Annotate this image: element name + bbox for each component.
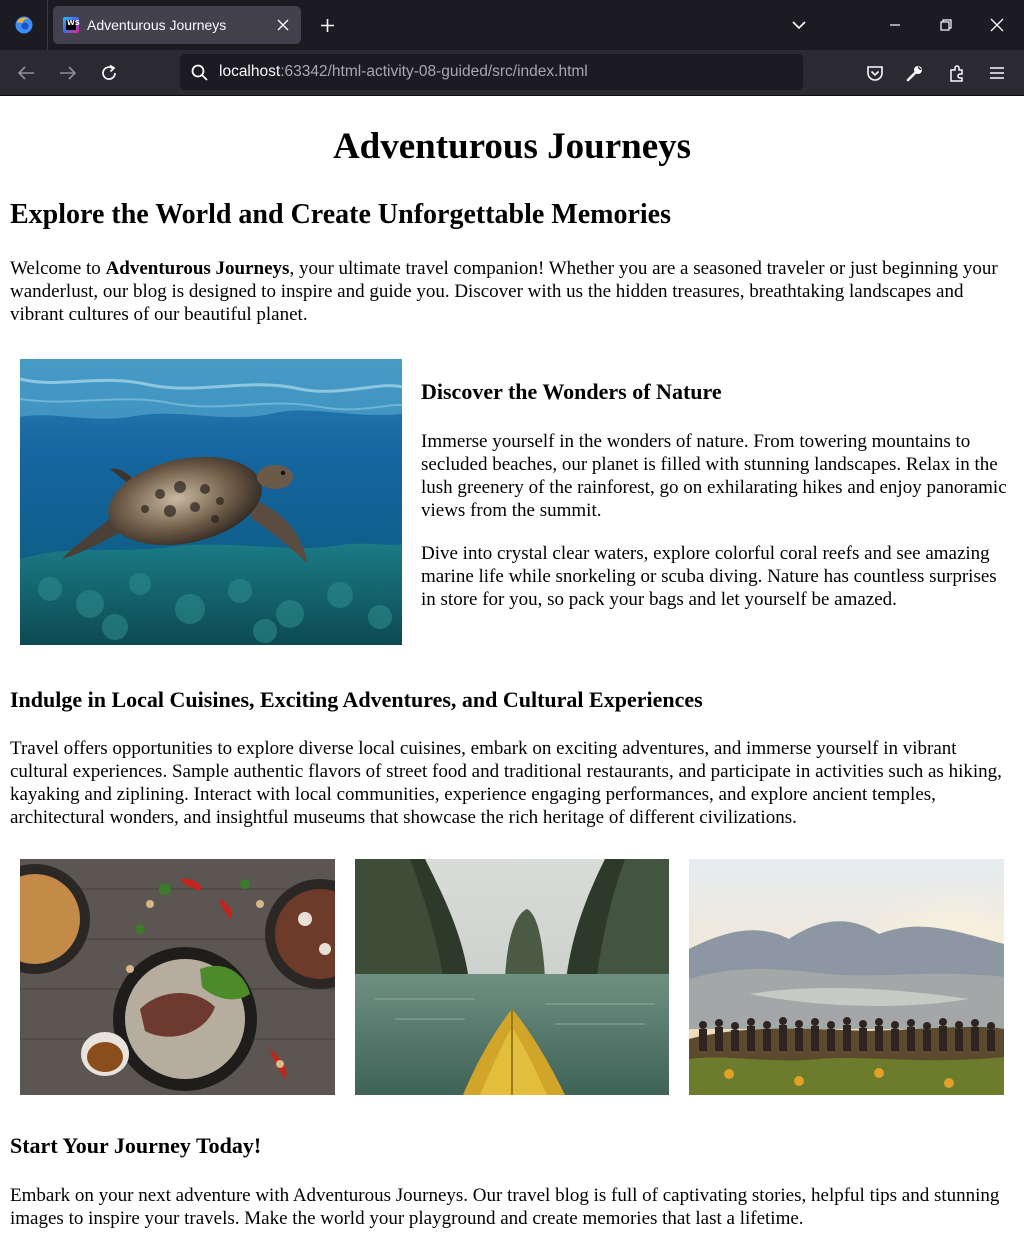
extensions-icon[interactable] bbox=[942, 58, 972, 88]
cuisine-heading: Indulge in Local Cuisines, Exciting Adve… bbox=[10, 687, 703, 712]
tab-adventurous-journeys[interactable]: WS Adventurous Journeys bbox=[53, 6, 301, 44]
chevron-down-icon[interactable] bbox=[786, 12, 812, 38]
nature-paragraph-2: Dive into crystal clear waters, explore … bbox=[421, 543, 997, 610]
intro-text-start: Welcome to bbox=[10, 258, 106, 279]
page-subtitle: Explore the World and Create Unforgettab… bbox=[10, 199, 672, 230]
url-path: :63342/html-activity-08-guided/src/index… bbox=[280, 63, 588, 80]
hamburger-menu-icon[interactable] bbox=[982, 58, 1012, 88]
viewpoint-crowd-image bbox=[689, 859, 1004, 1095]
restore-icon[interactable] bbox=[921, 0, 971, 50]
journey-heading: Start Your Journey Today! bbox=[10, 1133, 262, 1158]
url-host: localhost bbox=[219, 63, 281, 80]
cuisine-paragraph: Travel offers opportunities to explore d… bbox=[10, 738, 1002, 828]
plus-icon[interactable] bbox=[314, 12, 340, 38]
intro-paragraph: Welcome to Adventurous Journeys, your ul… bbox=[10, 257, 1018, 326]
food-image bbox=[20, 859, 335, 1095]
page-title: Adventurous Journeys bbox=[332, 126, 692, 167]
back-arrow-icon[interactable] bbox=[10, 57, 42, 89]
wrench-icon[interactable] bbox=[900, 58, 930, 88]
nature-heading: Discover the Wonders of Nature bbox=[421, 379, 722, 404]
close-icon[interactable] bbox=[271, 13, 295, 37]
ws-favicon-icon: WS bbox=[63, 17, 80, 33]
sea-turtle-image bbox=[20, 359, 402, 645]
pocket-icon[interactable] bbox=[860, 58, 890, 88]
nature-paragraph-1: Immerse yourself in the wonders of natur… bbox=[421, 431, 1007, 521]
reload-icon[interactable] bbox=[93, 57, 125, 89]
minimize-icon[interactable] bbox=[870, 0, 920, 50]
journey-paragraph: Embark on your next adventure with Adven… bbox=[10, 1185, 1000, 1229]
kayak-image bbox=[355, 859, 670, 1095]
tab-title: Adventurous Journeys bbox=[87, 17, 227, 33]
forward-arrow-icon[interactable] bbox=[52, 57, 84, 89]
search-icon bbox=[189, 62, 209, 82]
window-close-icon[interactable] bbox=[972, 0, 1022, 50]
url-bar[interactable]: localhost:63342/html-activity-08-guided/… bbox=[180, 54, 803, 90]
intro-brand: Adventurous Journeys bbox=[105, 258, 290, 279]
navigation-toolbar: localhost:63342/html-activity-08-guided/… bbox=[0, 50, 1024, 96]
firefox-icon[interactable] bbox=[0, 0, 48, 50]
page-content: Adventurous Journeys Explore the World a… bbox=[0, 96, 1024, 1260]
tab-bar: WS Adventurous Journeys bbox=[0, 0, 1024, 50]
